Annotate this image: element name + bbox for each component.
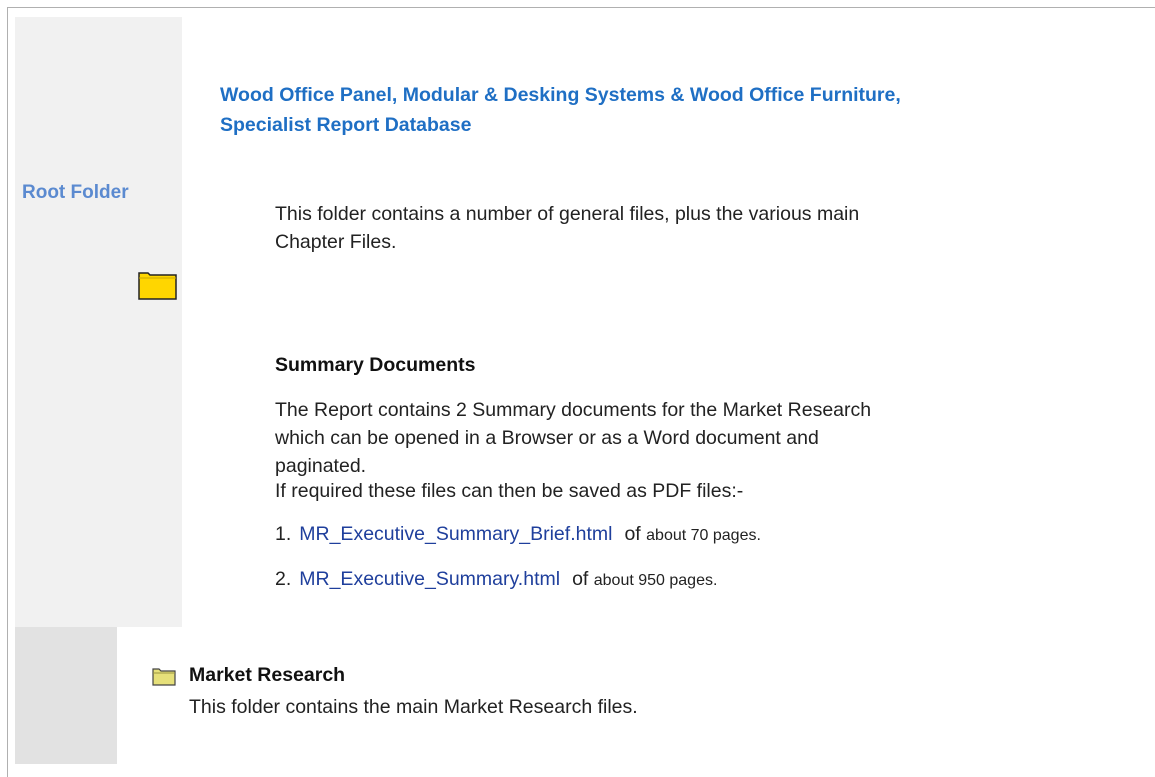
- folder-icon[interactable]: [152, 666, 176, 686]
- sidebar-panel: [15, 17, 182, 627]
- summary-documents-heading: Summary Documents: [275, 354, 476, 376]
- list-item-detail: about 950 pages.: [593, 572, 718, 589]
- executive-summary-brief-link[interactable]: MR_Executive_Summary_Brief.html: [299, 523, 612, 545]
- folder-icon[interactable]: [138, 270, 178, 300]
- page-title: Wood Office Panel, Modular & Desking Sys…: [220, 80, 1150, 140]
- list-item-of: of: [572, 568, 589, 590]
- market-research-folder-description: This folder contains the main Market Res…: [189, 696, 638, 718]
- list-item-number: 2.: [275, 568, 292, 590]
- list-item-number: 1.: [275, 523, 292, 545]
- list-item-detail: about 70 pages.: [646, 527, 761, 544]
- summary-description: The Report contains 2 Summary documents …: [275, 399, 872, 477]
- list-item: 1. MR_Executive_Summary_Brief.html of abou…: [275, 523, 761, 546]
- page-title-line-1: Wood Office Panel, Modular & Desking Sys…: [220, 84, 901, 106]
- market-research-folder-title[interactable]: Market Research: [189, 664, 345, 687]
- intro-text: This folder contains a number of general…: [275, 203, 860, 253]
- sidebar-panel-lower: [15, 627, 117, 764]
- list-item-of: of: [624, 523, 641, 545]
- root-folder-label[interactable]: Root Folder: [22, 182, 129, 204]
- pdf-note: If required these files can then be save…: [275, 480, 744, 502]
- list-item: 2. MR_Executive_Summary.html of about 950 …: [275, 568, 717, 591]
- page-title-line-2: Specialist Report Database: [220, 114, 472, 136]
- executive-summary-link[interactable]: MR_Executive_Summary.html: [299, 568, 560, 590]
